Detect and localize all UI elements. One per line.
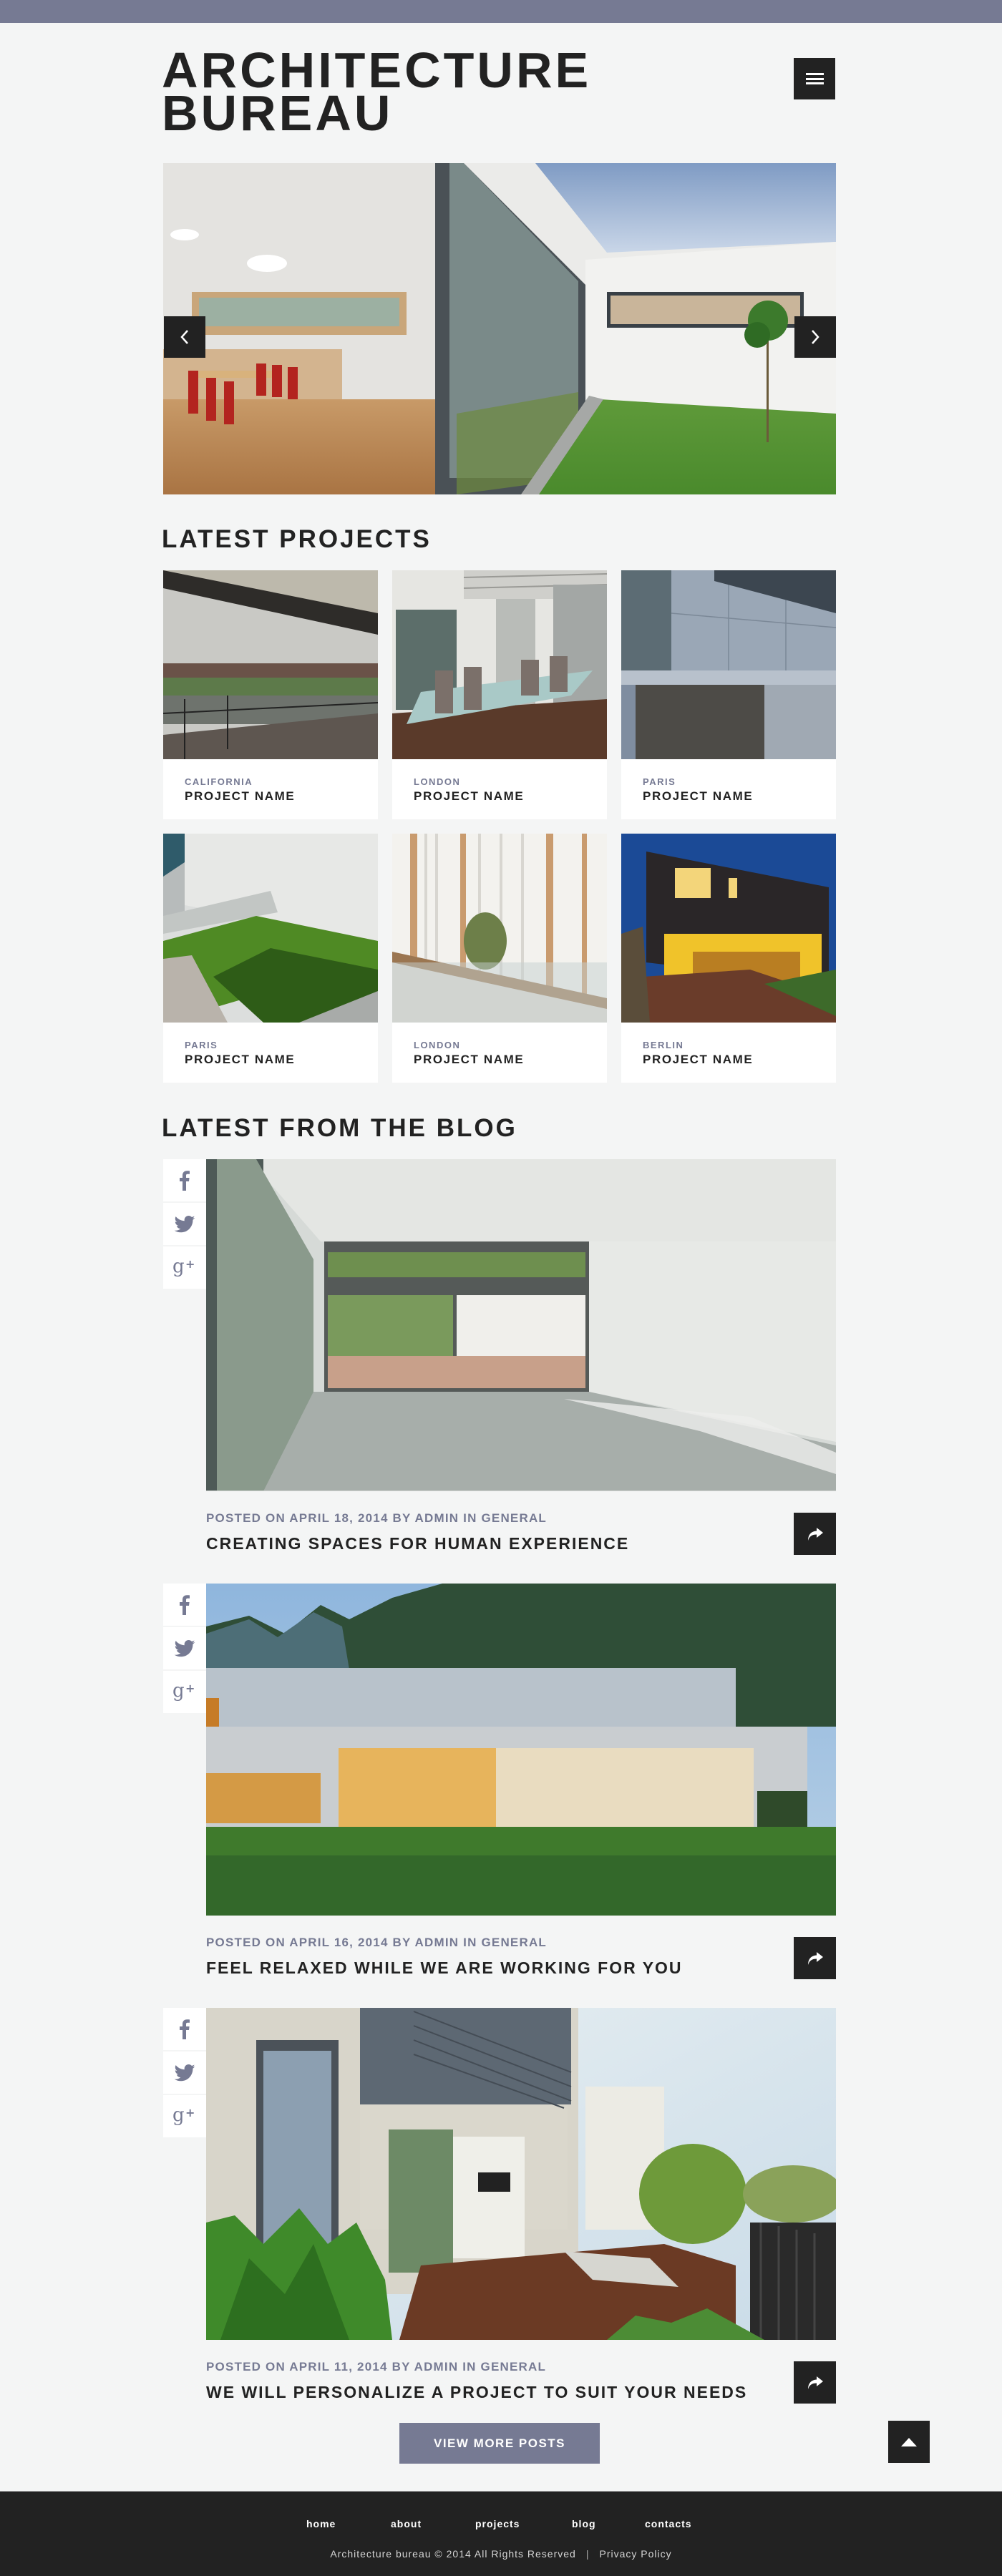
post-share-button[interactable] xyxy=(794,1937,836,1979)
project-name[interactable]: PROJECT NAME xyxy=(643,789,753,804)
facebook-share-button[interactable] xyxy=(163,1159,206,1201)
facebook-icon xyxy=(180,2019,190,2039)
project-image[interactable] xyxy=(163,570,378,759)
facebook-icon xyxy=(180,1594,190,1615)
project-card[interactable]: LONDON PROJECT NAME xyxy=(392,570,607,819)
post-share-button[interactable] xyxy=(794,1513,836,1555)
social-share-bar: g + xyxy=(163,1159,206,1290)
project-card[interactable]: PARIS PROJECT NAME xyxy=(163,834,378,1083)
project-image[interactable] xyxy=(621,570,836,759)
blog-post-image[interactable] xyxy=(206,2008,836,2340)
twitter-share-button[interactable] xyxy=(163,1203,206,1245)
blog-post-image[interactable] xyxy=(206,1159,836,1491)
svg-text:g: g xyxy=(172,2107,185,2126)
project-location: BERLIN xyxy=(643,1040,684,1050)
latest-projects-heading: LATEST PROJECTS xyxy=(162,525,432,553)
google-plus-share-button[interactable]: g + xyxy=(163,2095,206,2137)
project-location: PARIS xyxy=(643,776,676,787)
project-image[interactable] xyxy=(392,570,607,759)
site-title[interactable]: ARCHITECTURE BUREAU xyxy=(162,45,591,141)
arrow-up-icon xyxy=(901,2437,917,2446)
share-arrow-icon xyxy=(807,1527,823,1541)
twitter-icon xyxy=(174,1639,195,1657)
top-bar xyxy=(0,0,1002,23)
project-name[interactable]: PROJECT NAME xyxy=(414,789,524,804)
post-title[interactable]: WE WILL PERSONALIZE A PROJECT TO SUIT YO… xyxy=(206,2383,747,2402)
project-image[interactable] xyxy=(621,834,836,1023)
post-meta: POSTED ON APRIL 16, 2014 BY ADMIN IN GEN… xyxy=(206,1936,548,1949)
post-meta: POSTED ON APRIL 11, 2014 BY ADMIN IN GEN… xyxy=(206,2360,547,2373)
menu-button[interactable] xyxy=(794,58,835,99)
scroll-to-top-button[interactable] xyxy=(888,2421,930,2463)
post-title[interactable]: CREATING SPACES FOR HUMAN EXPERIENCE xyxy=(206,1534,629,1553)
slide-image xyxy=(163,163,836,494)
copyright-line: Architecture bureau © 2014 All Rights Re… xyxy=(0,2548,1002,2560)
share-arrow-icon xyxy=(807,2376,823,2389)
chevron-left-icon xyxy=(180,330,188,344)
copyright-text: Architecture bureau © 2014 All Rights Re… xyxy=(330,2548,576,2560)
google-plus-share-button[interactable]: g + xyxy=(163,1246,206,1289)
svg-text:g: g xyxy=(172,1258,185,1277)
svg-text:+: + xyxy=(185,2107,195,2119)
post-meta: POSTED ON APRIL 18, 2014 BY ADMIN IN GEN… xyxy=(206,1511,548,1525)
footer-nav-home[interactable]: home xyxy=(306,2518,336,2529)
project-card[interactable]: BERLIN PROJECT NAME xyxy=(621,834,836,1083)
twitter-share-button[interactable] xyxy=(163,1627,206,1669)
project-name[interactable]: PROJECT NAME xyxy=(185,789,295,804)
google-plus-icon: g + xyxy=(172,1258,195,1277)
slider-prev-button[interactable] xyxy=(164,316,205,358)
google-plus-icon: g + xyxy=(172,1682,195,1702)
blog-post-image[interactable] xyxy=(206,1584,836,1916)
project-image[interactable] xyxy=(392,834,607,1023)
post-share-button[interactable] xyxy=(794,2361,836,2404)
twitter-icon xyxy=(174,2064,195,2081)
footer-separator: | xyxy=(585,2548,590,2560)
project-name[interactable]: PROJECT NAME xyxy=(643,1053,753,1067)
facebook-share-button[interactable] xyxy=(163,2008,206,2050)
twitter-icon xyxy=(174,1215,195,1232)
project-location: CALIFORNIA xyxy=(185,776,253,787)
chevron-right-icon xyxy=(812,330,819,344)
view-more-posts-button[interactable]: VIEW MORE POSTS xyxy=(399,2423,600,2464)
post-title[interactable]: FEEL RELAXED WHILE WE ARE WORKING FOR YO… xyxy=(206,1958,683,1978)
project-location: LONDON xyxy=(414,1040,461,1050)
project-name[interactable]: PROJECT NAME xyxy=(414,1053,524,1067)
social-share-bar: g + xyxy=(163,1584,206,1714)
privacy-policy-link[interactable]: Privacy Policy xyxy=(599,2548,671,2560)
hamburger-menu-icon xyxy=(805,73,824,84)
project-card[interactable]: CALIFORNIA PROJECT NAME xyxy=(163,570,378,819)
google-plus-icon: g + xyxy=(172,2107,195,2126)
svg-text:g: g xyxy=(172,1682,185,1702)
facebook-icon xyxy=(180,1170,190,1191)
project-card[interactable]: PARIS PROJECT NAME xyxy=(621,570,836,819)
footer-nav-about[interactable]: about xyxy=(391,2518,422,2529)
latest-blog-heading: LATEST FROM THE BLOG xyxy=(162,1114,517,1142)
project-image[interactable] xyxy=(163,834,378,1023)
footer-nav-blog[interactable]: blog xyxy=(572,2518,596,2529)
facebook-share-button[interactable] xyxy=(163,1584,206,1626)
footer-nav-contacts[interactable]: contacts xyxy=(645,2518,692,2529)
svg-text:+: + xyxy=(185,1682,195,1695)
google-plus-share-button[interactable]: g + xyxy=(163,1671,206,1713)
footer-nav-projects[interactable]: projects xyxy=(475,2518,520,2529)
social-share-bar: g + xyxy=(163,2008,206,2139)
twitter-share-button[interactable] xyxy=(163,2051,206,2094)
project-name[interactable]: PROJECT NAME xyxy=(185,1053,295,1067)
share-arrow-icon xyxy=(807,1951,823,1965)
footer: home about projects blog contacts Archit… xyxy=(0,2491,1002,2576)
site-title-line2: BUREAU xyxy=(162,85,394,141)
hero-slider xyxy=(163,163,836,494)
project-location: LONDON xyxy=(414,776,461,787)
slider-next-button[interactable] xyxy=(794,316,836,358)
project-card[interactable]: LONDON PROJECT NAME xyxy=(392,834,607,1083)
footer-nav: home about projects blog contacts xyxy=(0,2518,1002,2531)
project-location: PARIS xyxy=(185,1040,218,1050)
svg-text:+: + xyxy=(185,1258,195,1271)
